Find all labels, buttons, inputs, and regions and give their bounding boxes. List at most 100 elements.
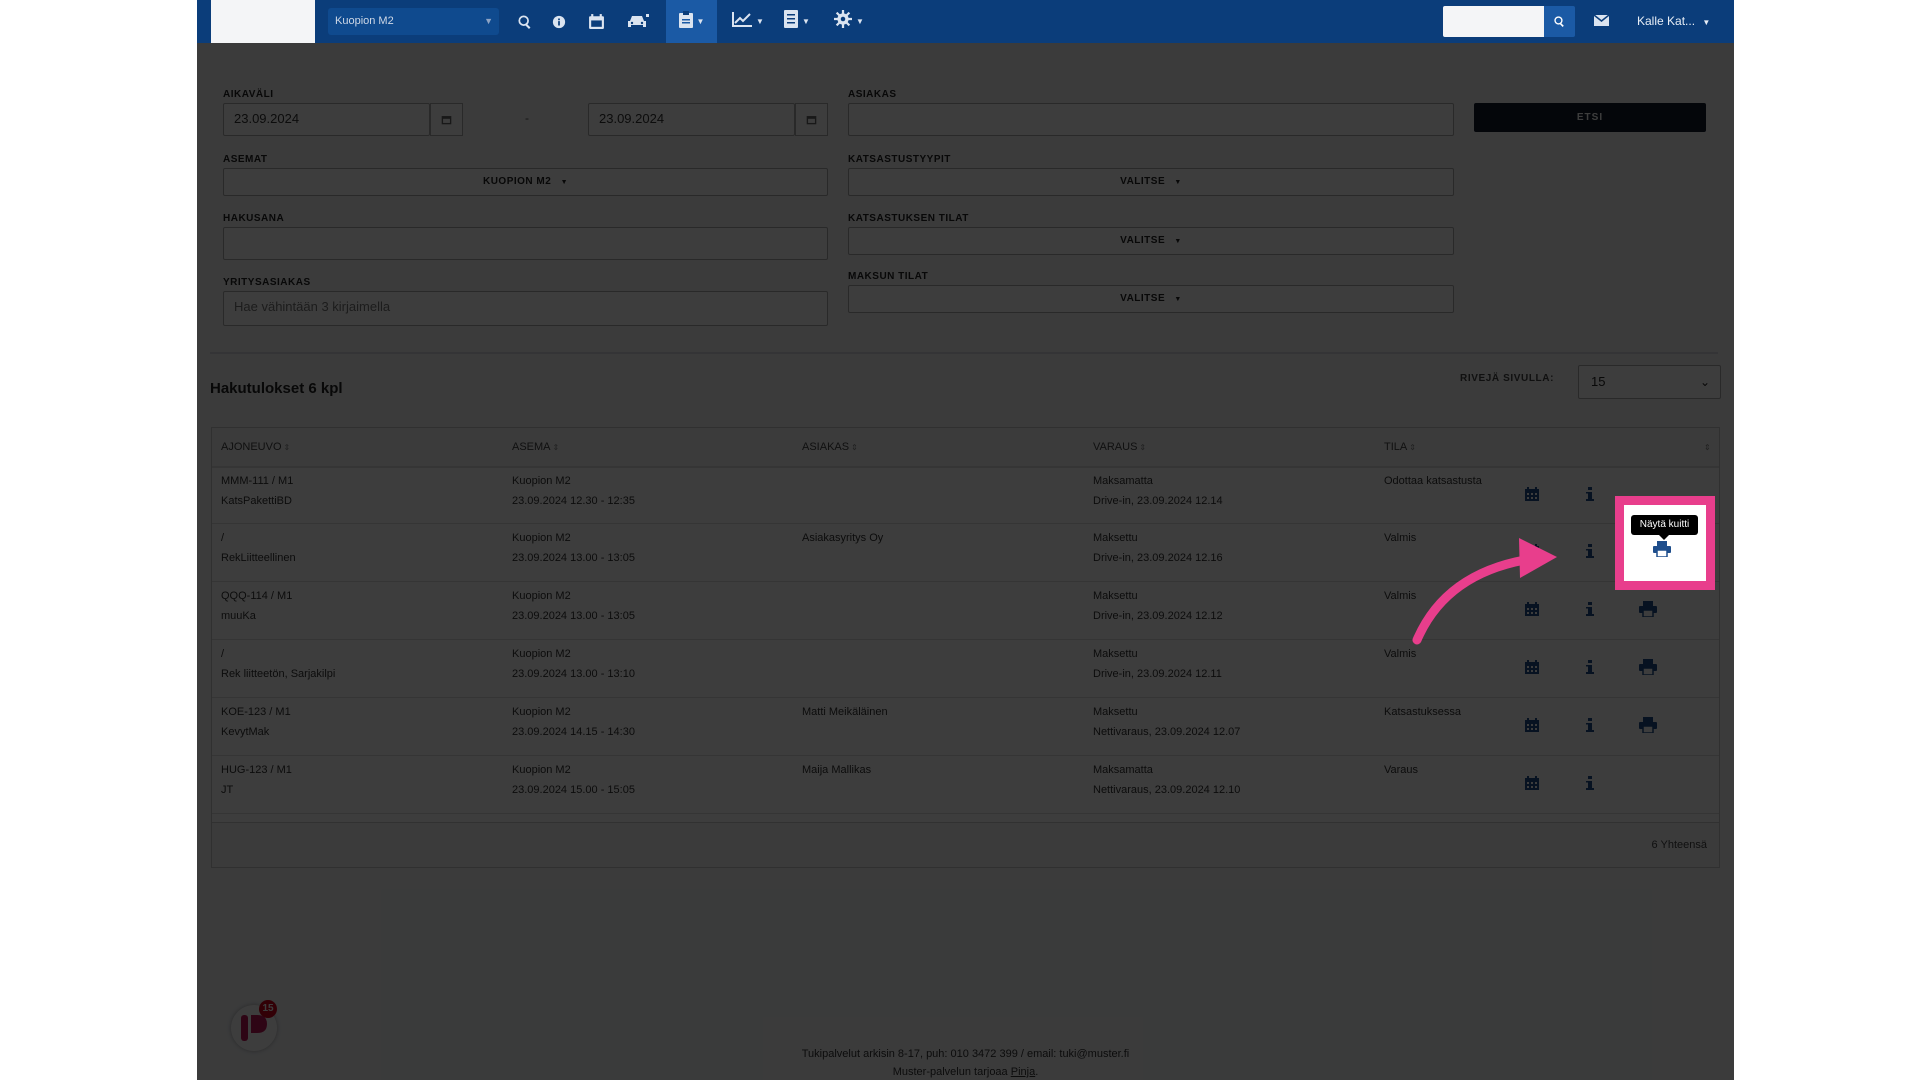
cell-station2: 23.09.2024 15.00 - 15:05 <box>512 784 635 796</box>
maksun-tilat-select[interactable]: VALITSE ▼ <box>848 285 1454 313</box>
cell-booking2: Drive-in, 23.09.2024 12.14 <box>1093 495 1223 507</box>
cell-station1: Kuopion M2 <box>512 648 571 660</box>
list-menu[interactable]: ▼ <box>777 0 817 43</box>
cell-customer: Asiakasyritys Oy <box>802 532 884 544</box>
chart-icon <box>732 11 753 32</box>
search-button[interactable]: ETSI <box>1474 103 1706 132</box>
results-total: 6 Yhteensä <box>1651 839 1707 851</box>
chevron-down-icon: ▼ <box>856 17 864 26</box>
car-icon[interactable] <box>621 0 655 43</box>
info-icon[interactable] <box>545 0 573 43</box>
chevron-down-icon: ▼ <box>1174 238 1182 245</box>
printer-icon[interactable] <box>1636 655 1660 679</box>
cell-customer: Matti Meikäläinen <box>802 706 888 718</box>
calendar-icon[interactable] <box>1520 482 1544 506</box>
settings-menu[interactable]: ▼ <box>827 0 871 43</box>
date-separator: - <box>525 111 529 125</box>
aikavali-label: AIKAVÄLI <box>223 89 274 100</box>
katsastuksen-tilat-select[interactable]: VALITSE ▼ <box>848 227 1454 255</box>
rows-per-page-value: 15 <box>1591 374 1606 389</box>
chevron-down-icon: ▼ <box>802 17 810 26</box>
date-to-input[interactable]: 23.09.2024 <box>588 103 795 136</box>
table-row: KOE-123 / M1 KevytMak Kuopion M2 23.09.2024… <box>212 697 1719 756</box>
cell-booking1: Maksettu <box>1093 648 1138 660</box>
asiakas-label: ASIAKAS <box>848 89 897 100</box>
info-icon[interactable] <box>1578 771 1602 795</box>
printer-icon[interactable] <box>1636 713 1660 737</box>
station-select[interactable]: Kuopion M2 ▼ <box>328 8 499 35</box>
cell-booking1: Maksettu <box>1093 706 1138 718</box>
rows-per-page-select[interactable]: 15 ⌄ <box>1578 365 1721 399</box>
maksun-tilat-select-value: VALITSE <box>1120 293 1166 304</box>
table-row: MMM-111 / M1 KatsPakettiBD Kuopion M2 23.09… <box>212 466 1719 524</box>
footer-provider: Muster-palvelun tarjoaa Pinja. <box>892 1066 1039 1078</box>
column-header-asiakas[interactable]: ASIAKAS ⇕ <box>802 428 858 467</box>
info-icon[interactable] <box>1578 713 1602 737</box>
user-name: Kalle Kat... <box>1637 14 1696 28</box>
katsastuksen-tilat-select-value: VALITSE <box>1120 235 1166 246</box>
rows-per-page-label: RIVEJÄ SIVULLA: <box>1460 373 1555 384</box>
date-from-calendar-button[interactable] <box>430 103 463 136</box>
hakusana-input[interactable] <box>223 227 828 260</box>
cell-status: Katsastuksessa <box>1384 706 1462 718</box>
mail-icon[interactable] <box>1593 13 1610 31</box>
search-icon[interactable] <box>511 0 539 43</box>
calendar-icon[interactable] <box>1520 655 1544 679</box>
cell-station1: Kuopion M2 <box>512 706 571 718</box>
katsastustyypit-select[interactable]: VALITSE ▼ <box>848 168 1454 196</box>
chevron-down-icon: ▼ <box>1174 296 1182 303</box>
column-header-asema[interactable]: ASEMA ⇕ <box>512 428 559 467</box>
cell-vehicle2: JT <box>221 784 234 796</box>
cell-vehicle2: muuKa <box>221 610 256 622</box>
date-from-input[interactable]: 23.09.2024 <box>223 103 430 136</box>
asemat-select[interactable]: KUOPION M2 ▼ <box>223 168 828 196</box>
calendar-icon[interactable] <box>581 0 611 43</box>
clipboard-icon <box>678 10 693 33</box>
chevron-down-icon: ⌄ <box>1699 375 1710 389</box>
cell-vehicle1: / <box>221 532 225 544</box>
column-sort-icon[interactable]: ⇕ <box>1702 428 1711 467</box>
column-header-ajoneuvo[interactable]: AJONEUVO ⇕ <box>221 428 290 467</box>
cell-vehicle1: HUG-123 / M1 <box>221 764 292 776</box>
yritysasiakas-input[interactable]: Hae vähintään 3 kirjaimella <box>223 291 828 326</box>
table-footer: 6 Yhteensä <box>212 822 1719 867</box>
calendar-icon[interactable] <box>1520 771 1544 795</box>
chevron-down-icon: ▼ <box>484 16 493 26</box>
chevron-down-icon: ▼ <box>696 17 705 26</box>
column-header-tila[interactable]: TILA ⇕ <box>1384 428 1416 467</box>
asiakas-input[interactable] <box>848 103 1454 136</box>
top-search-button[interactable] <box>1544 6 1575 37</box>
cell-vehicle1: QQQ-114 / M1 <box>221 590 293 602</box>
logo[interactable] <box>211 0 315 43</box>
cell-vehicle1: / <box>221 648 225 660</box>
pinja-link[interactable]: Pinja <box>1011 1066 1035 1078</box>
cell-booking2: Nettivaraus, 23.09.2024 12.10 <box>1093 784 1241 796</box>
cell-vehicle1: MMM-111 / M1 <box>221 475 294 487</box>
cell-status: Varaus <box>1384 764 1419 776</box>
cell-station2: 23.09.2024 13.00 - 13:05 <box>512 552 635 564</box>
asemat-label: ASEMAT <box>223 154 268 165</box>
info-icon[interactable] <box>1578 482 1602 506</box>
top-navbar: Kuopion M2 ▼ ▼ ▼ ▼ ▼ Kalle Kat... ▼ <box>197 0 1734 43</box>
katsastustyypit-select-value: VALITSE <box>1120 176 1166 187</box>
cell-booking2: Nettivaraus, 23.09.2024 12.07 <box>1093 726 1241 738</box>
printer-icon[interactable] <box>1636 597 1660 621</box>
print-receipt-button-highlighted[interactable] <box>1653 541 1671 562</box>
user-menu[interactable]: Kalle Kat... ▼ <box>1637 0 1710 43</box>
calendar-icon[interactable] <box>1520 713 1544 737</box>
cell-booking1: Maksettu <box>1093 590 1138 602</box>
pointer-arrow <box>1412 538 1557 645</box>
column-header-varaus[interactable]: VARAUS ⇕ <box>1093 428 1146 467</box>
info-icon[interactable] <box>1578 655 1602 679</box>
cell-station1: Kuopion M2 <box>512 764 571 776</box>
chart-menu[interactable]: ▼ <box>727 0 769 43</box>
cell-vehicle2: RekLiitteellinen <box>221 552 296 564</box>
cell-station2: 23.09.2024 12.30 - 12:35 <box>512 495 635 507</box>
clipboard-menu[interactable]: ▼ <box>666 0 717 43</box>
cell-vehicle2: Rek liitteetön, Sarjakilpi <box>221 668 336 680</box>
date-to-calendar-button[interactable] <box>795 103 828 136</box>
top-search-input[interactable] <box>1443 6 1544 37</box>
form-divider <box>210 352 1718 354</box>
table-row: HUG-123 / M1 JT Kuopion M2 23.09.2024 15.00… <box>212 755 1719 814</box>
calendar-icon <box>806 116 817 125</box>
